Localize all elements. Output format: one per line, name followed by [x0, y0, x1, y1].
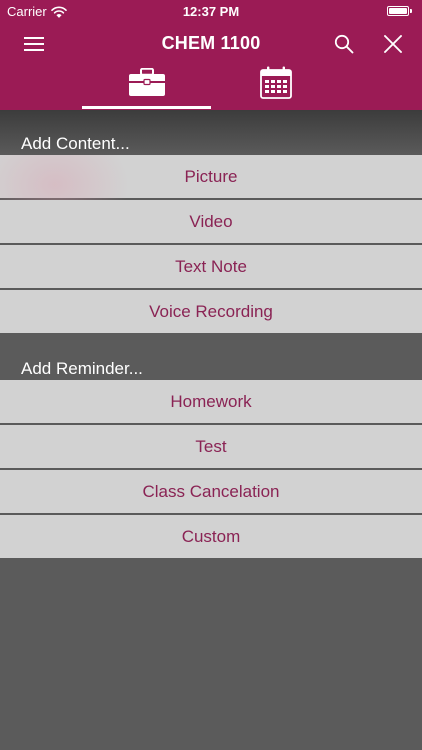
video-option[interactable]: Video — [0, 200, 422, 245]
homework-option[interactable]: Homework — [0, 380, 422, 425]
calendar-icon — [259, 66, 292, 99]
add-content-list: Picture Video Text Note Voice Recording — [0, 155, 422, 333]
briefcase-icon — [128, 68, 165, 96]
text-note-option[interactable]: Text Note — [0, 245, 422, 290]
status-time: 12:37 PM — [182, 4, 240, 19]
add-menu-panel: Add Content... Picture Video Text Note V… — [0, 110, 422, 750]
voice-recording-option-label: Voice Recording — [149, 301, 273, 321]
text-note-option-label: Text Note — [175, 256, 247, 276]
picture-option-label: Picture — [184, 166, 238, 186]
search-icon — [334, 34, 354, 54]
tab-bar — [0, 66, 422, 110]
voice-recording-option[interactable]: Voice Recording — [0, 290, 422, 333]
test-option[interactable]: Test — [0, 425, 422, 470]
status-bar: Carrier 12:37 PM — [0, 0, 422, 22]
video-option-label: Video — [189, 211, 233, 231]
selected-tab-indicator — [82, 106, 211, 109]
app-header: Carrier 12:37 PM CHEM 1100 — [0, 0, 422, 110]
class-cancelation-option[interactable]: Class Cancelation — [0, 470, 422, 515]
class-cancelation-option-label: Class Cancelation — [142, 481, 280, 501]
picture-option[interactable]: Picture — [0, 155, 422, 243]
close-button[interactable] — [378, 29, 408, 59]
test-option-label: Test — [195, 436, 227, 456]
custom-option[interactable]: Custom — [0, 515, 422, 558]
battery-icon — [387, 5, 414, 16]
homework-option-label: Homework — [170, 391, 252, 411]
add-reminder-header: Add Reminder... — [21, 359, 143, 378]
tab-calendar[interactable] — [211, 66, 340, 110]
custom-option-label: Custom — [181, 526, 241, 546]
add-content-header: Add Content... — [21, 134, 130, 153]
close-icon — [384, 35, 402, 53]
nav-bar: CHEM 1100 — [0, 22, 422, 66]
add-reminder-list: Homework Test Class Cancelation Custom — [0, 380, 422, 558]
tab-content[interactable] — [82, 66, 211, 110]
search-button[interactable] — [329, 29, 359, 59]
